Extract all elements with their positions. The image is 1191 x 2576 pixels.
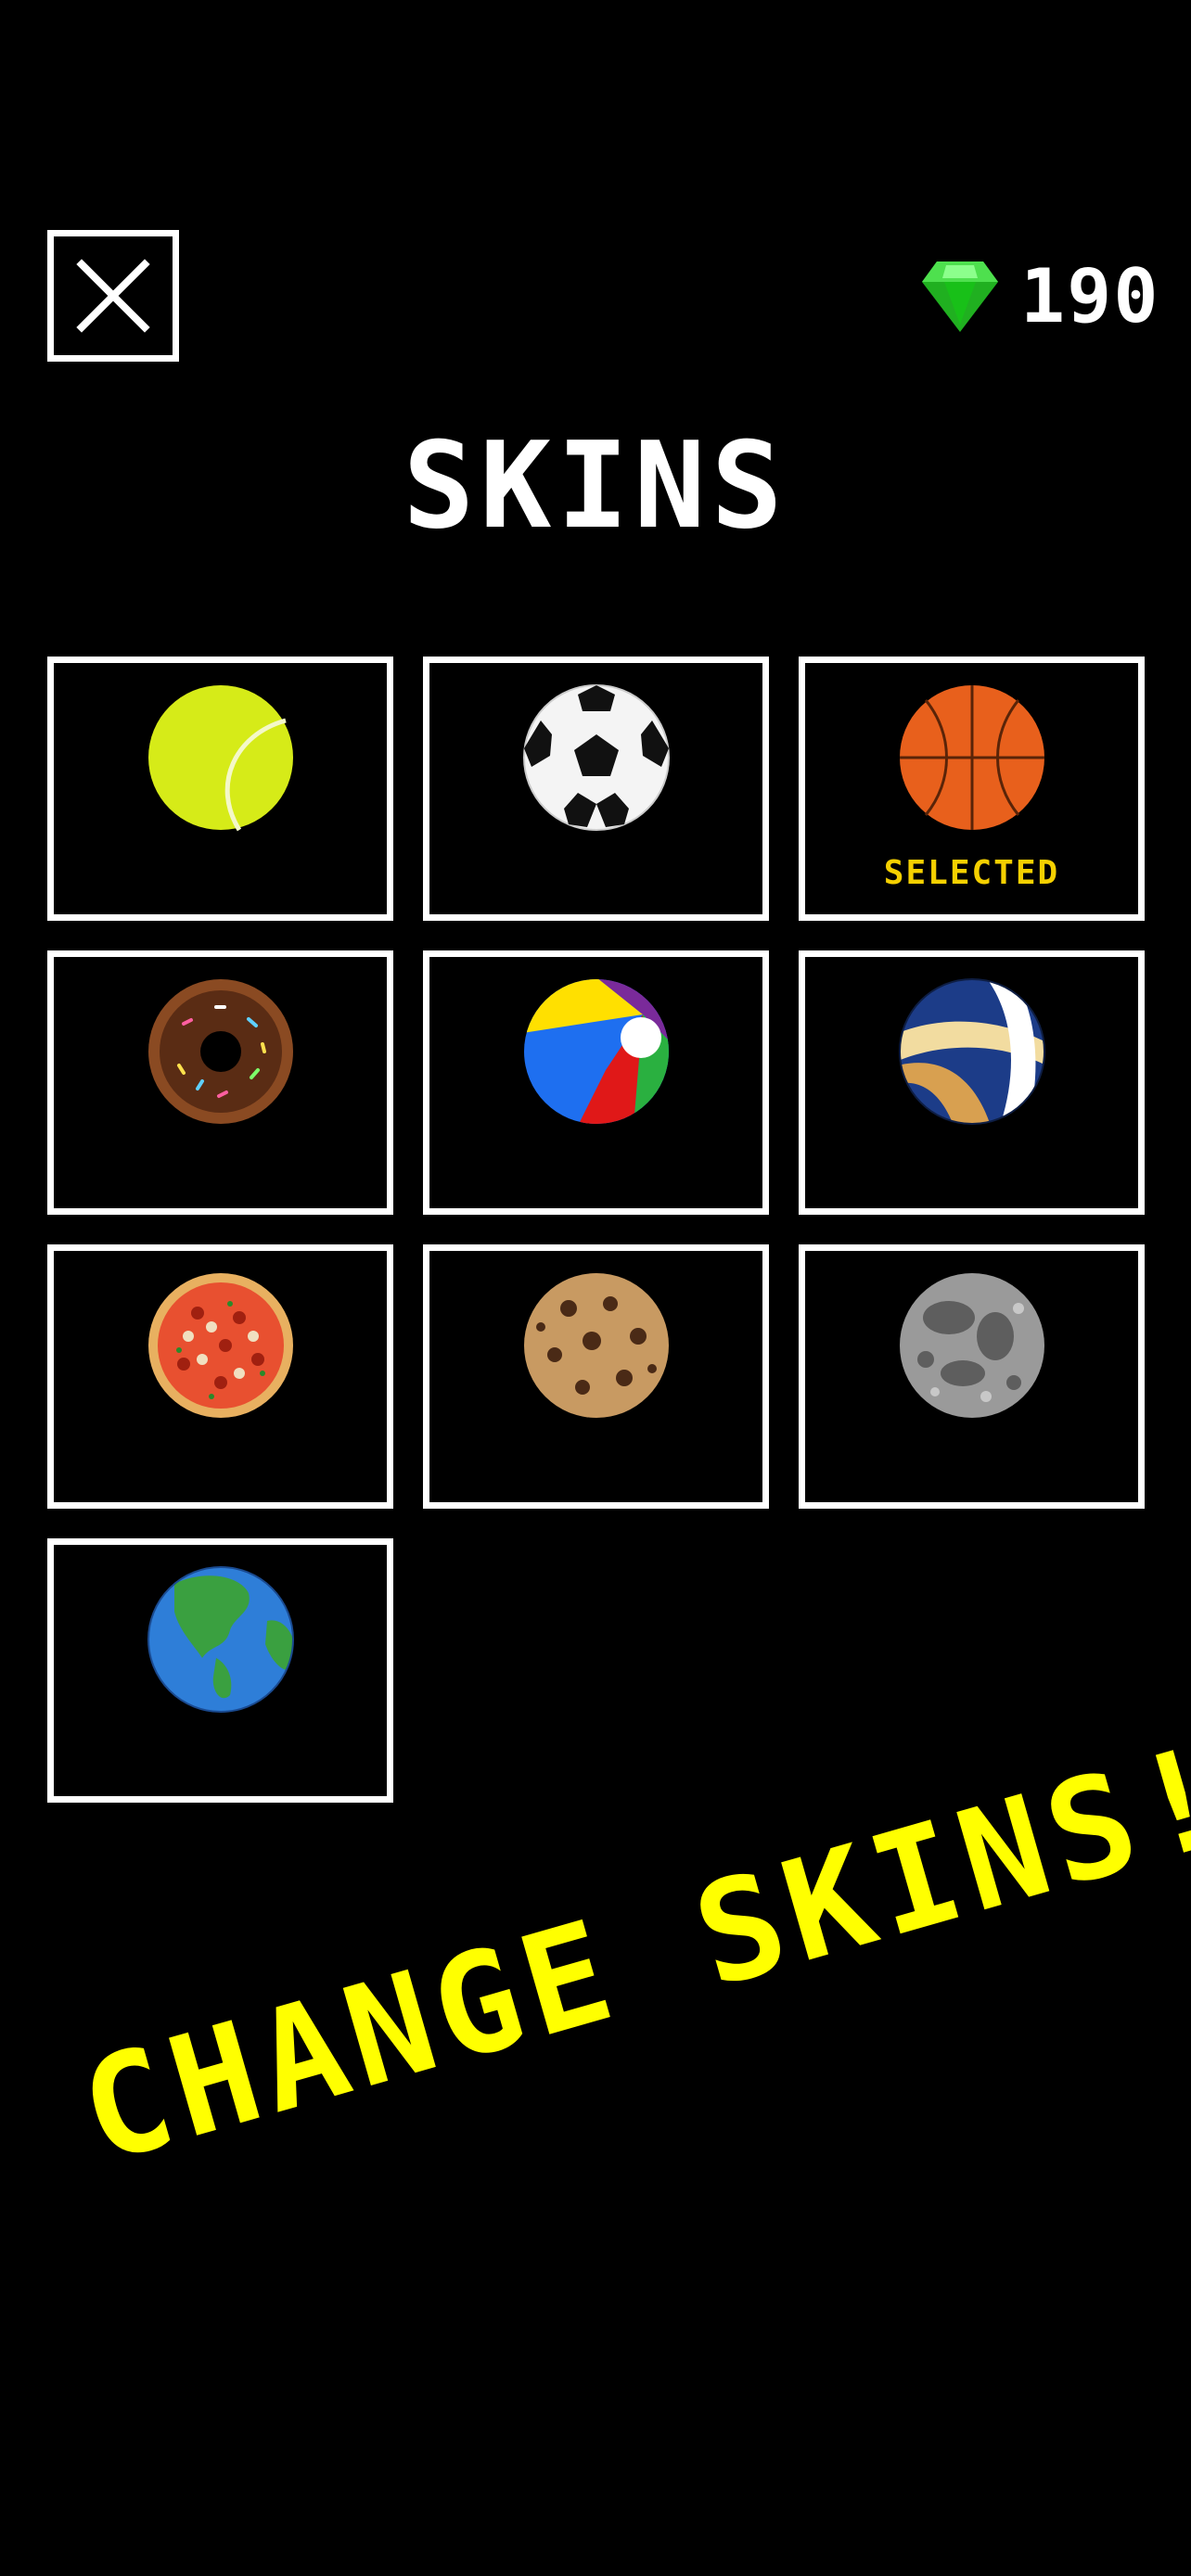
earth-icon bbox=[147, 1565, 295, 1714]
skin-card-tennis-ball[interactable] bbox=[47, 657, 393, 921]
skin-card-moon[interactable] bbox=[799, 1244, 1145, 1509]
soccer-ball-icon bbox=[522, 683, 671, 832]
skin-card-pizza[interactable] bbox=[47, 1244, 393, 1509]
volleyball-icon bbox=[898, 977, 1046, 1126]
close-icon bbox=[76, 259, 150, 333]
donut-icon bbox=[147, 977, 295, 1126]
skin-card-soccer-ball[interactable] bbox=[423, 657, 769, 921]
pizza-icon bbox=[147, 1271, 295, 1420]
tennis-ball-icon bbox=[147, 683, 295, 832]
skin-card-earth[interactable] bbox=[47, 1538, 393, 1803]
skin-card-volleyball[interactable] bbox=[799, 950, 1145, 1215]
page-title: SKINS bbox=[403, 417, 788, 555]
gem-icon bbox=[922, 261, 998, 332]
skin-card-cookie[interactable] bbox=[423, 1244, 769, 1509]
moon-icon bbox=[898, 1271, 1046, 1420]
gem-count: 190 bbox=[1020, 253, 1160, 339]
beach-ball-icon bbox=[522, 977, 671, 1126]
cookie-icon bbox=[522, 1271, 671, 1420]
close-button[interactable] bbox=[47, 230, 179, 362]
skin-card-donut[interactable] bbox=[47, 950, 393, 1215]
selected-label: SELECTED bbox=[883, 854, 1060, 892]
skin-card-basketball[interactable]: SELECTED bbox=[799, 657, 1145, 921]
skin-card-beach-ball[interactable] bbox=[423, 950, 769, 1215]
basketball-icon bbox=[898, 683, 1046, 832]
